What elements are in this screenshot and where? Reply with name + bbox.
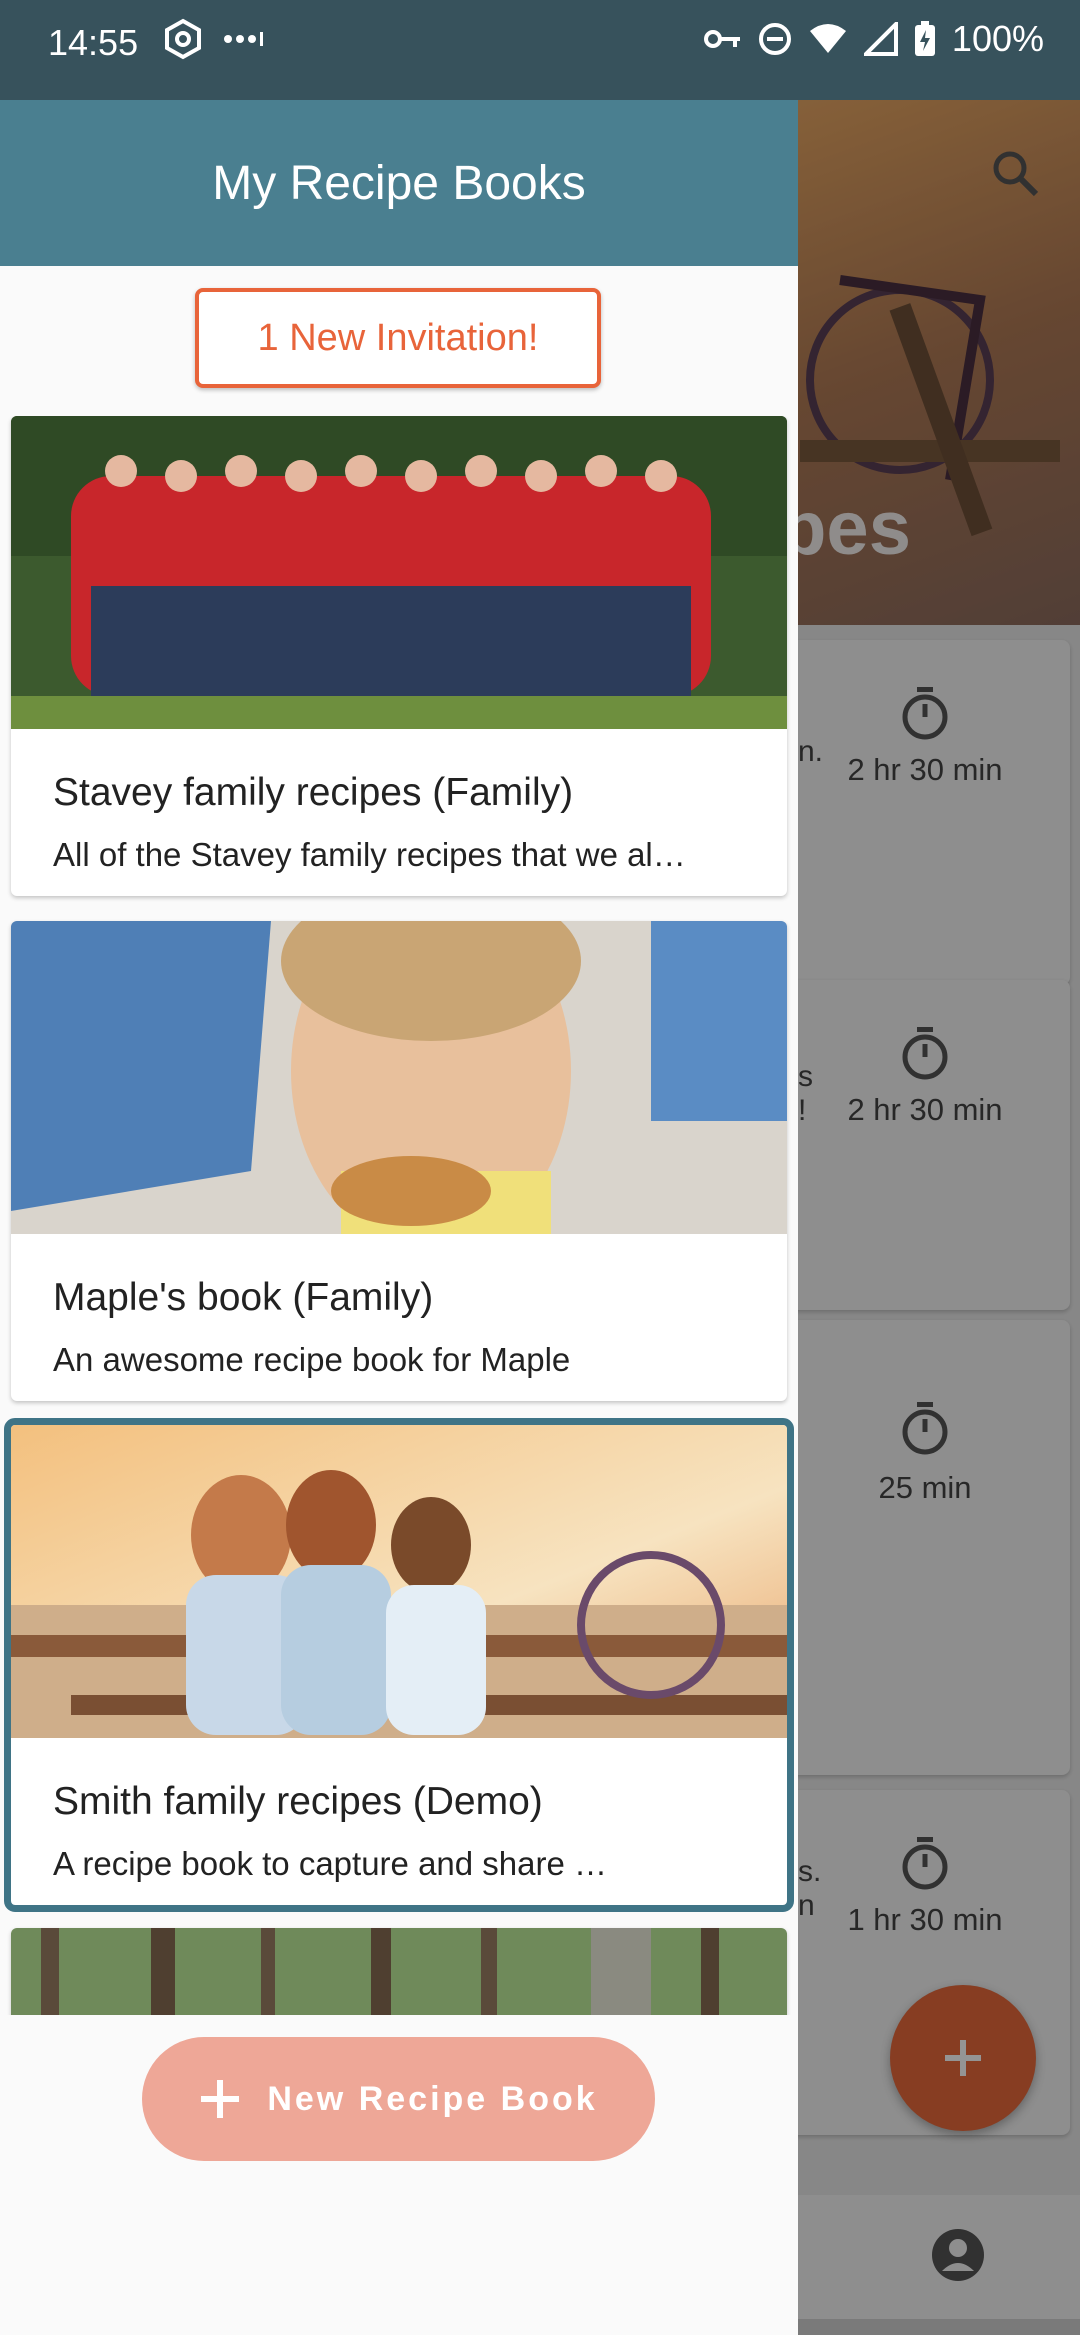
family-on-bench-photo <box>11 1425 787 1738</box>
recipe-book-card-selected[interactable]: Smith family recipes (Demo) A recipe boo… <box>4 1418 794 1912</box>
book-title: Smith family recipes (Demo) <box>53 1780 543 1823</box>
recipe-book-card[interactable]: Maple's book (Family) An awesome recipe … <box>11 921 787 1401</box>
status-time: 14:55 <box>48 22 139 63</box>
cellular-signal-icon <box>863 22 898 56</box>
status-bar: 14:55 100% <box>0 0 1080 100</box>
new-invitation-button[interactable]: 1 New Invitation! <box>195 288 601 388</box>
child-eating-photo <box>11 921 787 1234</box>
vpn-key-icon <box>703 30 740 48</box>
recipe-book-list: Stavey family recipes (Family) All of th… <box>0 416 798 2116</box>
new-recipe-book-label: New Recipe Book <box>267 2079 598 2118</box>
book-description: An awesome recipe book for Maple <box>53 1341 571 1378</box>
recipe-books-drawer: My Recipe Books 1 New Invitation! Stavey… <box>0 100 798 2335</box>
more-notifications-icon <box>224 32 263 46</box>
drawer-header: My Recipe Books <box>0 100 798 266</box>
wifi-icon <box>809 24 846 53</box>
recipe-book-card[interactable]: Stavey family recipes (Family) All of th… <box>11 416 787 896</box>
book-description: A recipe book to capture and share … <box>53 1845 608 1882</box>
book-description: All of the Stavey family recipes that we… <box>53 836 686 873</box>
book-title: Stavey family recipes (Family) <box>53 771 574 814</box>
battery-percent: 100% <box>951 18 1044 59</box>
book-title: Maple's book (Family) <box>53 1276 434 1319</box>
family-group-photo <box>11 416 787 729</box>
do-not-disturb-icon <box>758 23 791 55</box>
new-recipe-book-button[interactable]: New Recipe Book <box>142 2037 655 2161</box>
app-notification-icon <box>165 18 201 60</box>
battery-charging-icon <box>914 21 935 56</box>
plus-icon <box>201 2080 240 2118</box>
drawer-title: My Recipe Books <box>212 156 586 210</box>
